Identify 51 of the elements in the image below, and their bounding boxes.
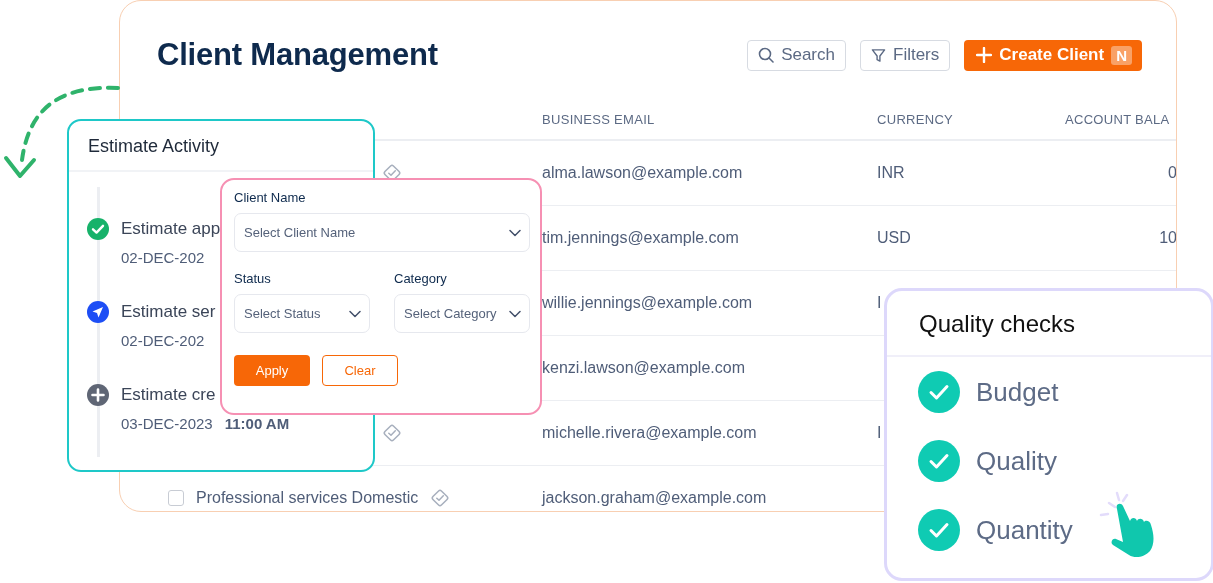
send-circle-icon bbox=[87, 301, 109, 323]
activity-date: 03-DEC-2023 bbox=[121, 415, 213, 432]
field-label: Status bbox=[234, 271, 272, 286]
apply-button[interactable]: Apply bbox=[234, 355, 310, 386]
select-field[interactable]: Select Category bbox=[394, 294, 530, 333]
table-cell: USD bbox=[877, 229, 911, 246]
column-header: ACCOUNT BALA bbox=[1065, 111, 1170, 127]
page-title: Client Management bbox=[157, 37, 438, 73]
table-cell: michelle.rivera@example.com bbox=[542, 424, 757, 441]
chevron-down-icon bbox=[509, 228, 521, 237]
table-cell: tim.jennings@example.com bbox=[542, 229, 739, 246]
activity-date: 02-DEC-202 bbox=[121, 249, 205, 266]
select-field[interactable]: Select Status bbox=[234, 294, 370, 333]
table-cell: kenzi.lawson@example.com bbox=[542, 359, 745, 376]
chevron-down-icon bbox=[349, 309, 361, 318]
plus-circle-icon bbox=[87, 384, 109, 406]
check-label: Quality bbox=[976, 445, 1057, 477]
filter-icon bbox=[871, 47, 886, 63]
chevron-down-icon bbox=[509, 309, 521, 318]
plus-icon bbox=[976, 47, 993, 63]
clear-button[interactable]: Clear bbox=[322, 355, 398, 386]
activity-title: Estimate ser bbox=[121, 301, 216, 323]
select-field[interactable]: Select Client Name bbox=[234, 213, 530, 252]
activity-date: 02-DEC-202 bbox=[121, 332, 205, 349]
field-label: Client Name bbox=[234, 190, 307, 205]
table-cell: willie.jennings@example.com bbox=[542, 294, 753, 311]
card-title: Quality checks bbox=[887, 291, 1211, 357]
activity-time: 11:00 AM bbox=[224, 415, 290, 432]
table-cell: I bbox=[877, 294, 882, 311]
create-client-button[interactable]: Create Client N bbox=[964, 39, 1142, 71]
table-cell: Professional services Domestic bbox=[196, 489, 419, 507]
activity-title: Estimate app bbox=[121, 218, 221, 240]
check-label: Budget bbox=[976, 376, 1059, 408]
card-title: Estimate Activity bbox=[69, 121, 373, 172]
search-button[interactable]: Search bbox=[747, 39, 846, 71]
table-cell: 0 bbox=[1168, 164, 1176, 181]
column-header: CURRENCY bbox=[877, 111, 954, 127]
filters-button[interactable]: Filters bbox=[860, 39, 951, 71]
activity-title: Estimate cre bbox=[121, 384, 217, 406]
field-label: Category bbox=[394, 271, 448, 286]
row-checkbox[interactable] bbox=[168, 490, 184, 506]
table-cell: alma.lawson@example.com bbox=[542, 164, 743, 181]
check-label: Quantity bbox=[976, 514, 1073, 546]
shortcut-key: N bbox=[1111, 45, 1132, 65]
column-header: BUSINESS EMAIL bbox=[542, 111, 655, 127]
table-cell: 10 bbox=[1159, 229, 1176, 246]
table-cell: I bbox=[877, 424, 882, 441]
table-cell: INR bbox=[877, 164, 905, 181]
table-cell: jackson.graham@example.com bbox=[542, 489, 767, 506]
search-icon bbox=[758, 47, 775, 63]
check-circle-icon bbox=[87, 218, 109, 240]
